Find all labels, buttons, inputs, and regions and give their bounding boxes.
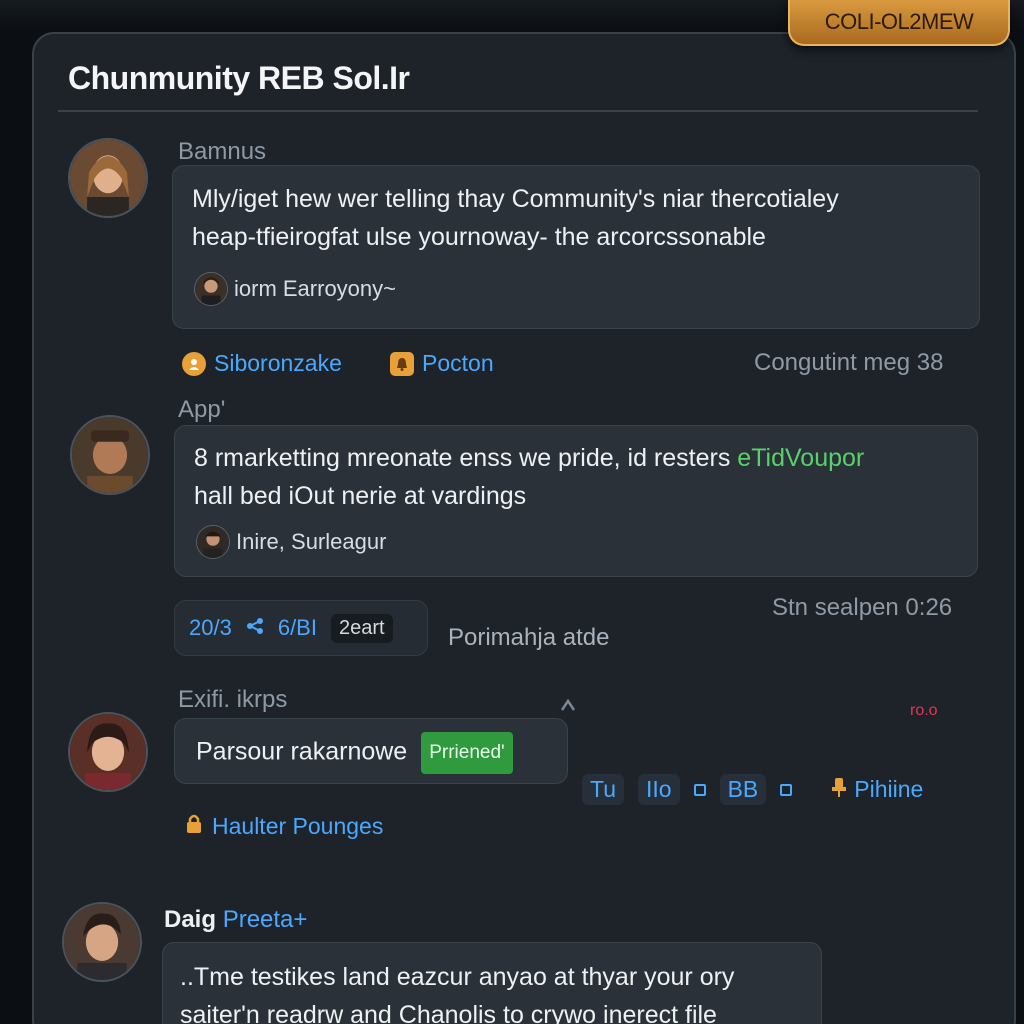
avatar[interactable] bbox=[62, 902, 142, 982]
post-username[interactable]: Exifi. ikrps bbox=[178, 686, 287, 714]
message-text: 8 rmarketting mreonate enss we pride, id… bbox=[194, 444, 865, 510]
checkbox-icon[interactable] bbox=[780, 783, 793, 796]
link-haulter-pounges[interactable]: Haulter Pounges bbox=[184, 812, 383, 840]
lock-icon bbox=[184, 812, 204, 840]
highlight-link[interactable]: eTidVoupor bbox=[737, 444, 864, 472]
avatar[interactable] bbox=[68, 712, 148, 792]
stats-label: Porimahja atde bbox=[448, 624, 610, 651]
avatar bbox=[194, 272, 228, 306]
post-username[interactable]: Bamnus bbox=[178, 138, 266, 166]
header-divider bbox=[58, 110, 978, 112]
corner-badge-button[interactable]: COLI-OL2MEW bbox=[788, 0, 1010, 46]
link-pihiine[interactable]: Pihiine bbox=[830, 776, 923, 804]
list-tool-button[interactable]: IIo bbox=[638, 774, 680, 805]
bell-icon bbox=[390, 351, 414, 376]
text-tool-button[interactable]: Tu bbox=[582, 774, 624, 805]
post-toolbar: Tu IIo BB Pihiine bbox=[582, 774, 923, 805]
reaction-stats[interactable]: 20/3 6/BI 2eart bbox=[174, 600, 428, 656]
community-panel: Chunmunity REB Sol.Ir Bamnus Mly/iget he… bbox=[32, 32, 1016, 1024]
mention-user[interactable]: iorm Earroyony~ bbox=[194, 272, 396, 306]
caret-up-icon[interactable] bbox=[560, 698, 576, 717]
avatar[interactable] bbox=[70, 415, 150, 495]
post-meta: Stn sealpen 0:26 bbox=[772, 594, 953, 621]
share-count[interactable]: 6/BI bbox=[278, 615, 317, 641]
user-icon bbox=[182, 351, 206, 376]
mention-user[interactable]: Inire, Surleagur bbox=[196, 525, 386, 559]
alert-indicator: ro.o bbox=[910, 702, 938, 719]
link-pocton[interactable]: Pocton bbox=[390, 350, 494, 377]
page-title: Chunmunity REB Sol.Ir bbox=[68, 60, 410, 96]
post-meta: Congutint meg 38 bbox=[754, 349, 944, 376]
message-text: Mly/iget hew wer telling thay Community'… bbox=[192, 185, 839, 251]
share-icon[interactable] bbox=[246, 615, 264, 641]
image-tool-button[interactable]: BB bbox=[719, 774, 767, 805]
post-username[interactable]: Daig Preeta+ bbox=[164, 906, 307, 934]
reaction-count[interactable]: 20/3 bbox=[189, 615, 232, 641]
message-text: ..Tme testikes land eazcur anyao at thya… bbox=[180, 963, 735, 1024]
avatar[interactable] bbox=[68, 138, 148, 218]
message-text: Parsour rakarnowe Prriened' bbox=[196, 732, 513, 774]
link-siboronzake[interactable]: Siboronzake bbox=[182, 350, 342, 377]
comment-chip[interactable]: 2eart bbox=[330, 613, 393, 643]
friend-tag: Prriened' bbox=[421, 732, 513, 774]
pin-icon bbox=[830, 776, 848, 804]
checkbox-icon[interactable] bbox=[693, 783, 706, 796]
post-username[interactable]: App' bbox=[178, 396, 225, 424]
avatar bbox=[196, 525, 230, 559]
